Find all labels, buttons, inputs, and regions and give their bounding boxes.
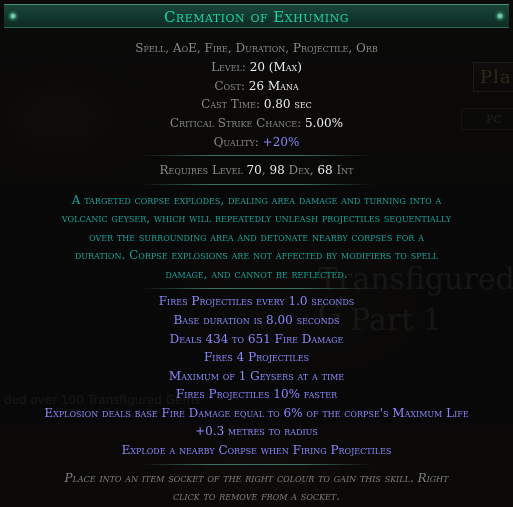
requires-dex-label: Dex, — [284, 163, 318, 177]
stat-value: 0.80 sec — [263, 97, 312, 111]
stat-label: Quality: — [213, 135, 263, 149]
footer-line: click to remove from a socket. — [173, 489, 340, 503]
divider — [140, 155, 373, 156]
footer-line: Place into an item socket of the right c… — [64, 471, 449, 485]
stat-quality: Quality: +20% — [0, 133, 513, 151]
gem-tags: Spell, AoE, Fire, Duration, Projectile, … — [135, 41, 378, 55]
description-line: volcanic geyser, which will repeatedly u… — [61, 211, 452, 225]
stat-label: Level: — [211, 60, 250, 74]
stat-label: Cast Time: — [201, 97, 264, 111]
description-line: over the surrounding area and detonate n… — [89, 230, 424, 244]
mod-line: Maximum of 1 Geysers at a time — [168, 369, 345, 383]
requires-label: Requires Level — [159, 163, 247, 177]
mod-line: Fires 4 Projectiles — [203, 350, 310, 364]
divider — [140, 288, 373, 289]
stat-cast-time: Cast Time: 0.80 sec — [0, 95, 513, 113]
requires-dex: 98 — [269, 163, 285, 177]
description-line: damage, and cannot be reflected. — [165, 267, 348, 281]
mod-line: Explosion deals base Fire Damage equal t… — [44, 406, 469, 420]
stat-value: 20 (Max) — [249, 60, 302, 74]
mod-line: Base duration is 8.00 seconds — [173, 313, 340, 327]
description-line: duration. Corpse explosions are not affe… — [74, 248, 439, 262]
mod-line: Fires Projectiles 10% faster — [175, 387, 338, 401]
divider — [140, 464, 373, 465]
divider — [140, 184, 373, 185]
mod-line: Fires Projectiles every 1.0 seconds — [158, 294, 355, 308]
stat-cost: Cost: 26 Mana — [0, 77, 513, 95]
stat-level: Level: 20 (Max) — [0, 58, 513, 76]
tooltip-header: Cremation of Exhuming — [4, 4, 509, 28]
requires-int: 68 — [317, 163, 333, 177]
gem-tooltip: Cremation of Exhuming Spell, AoE, Fire, … — [0, 0, 513, 507]
gem-title: Cremation of Exhuming — [163, 8, 350, 26]
stat-value: 26 Mana — [248, 79, 299, 93]
requires-int-label: Int — [332, 163, 354, 177]
mod-line: Explode a nearby Corpse when Firing Proj… — [121, 443, 392, 457]
mod-line: +0.3 metres to radius — [195, 424, 318, 438]
mod-line: Deals 434 to 651 Fire Damage — [169, 332, 344, 346]
stat-label: Cost: — [214, 79, 249, 93]
stat-crit-chance: Critical Strike Chance: 5.00% — [0, 114, 513, 132]
requires-level: 70 — [246, 163, 262, 177]
stat-value: +20% — [262, 135, 300, 149]
description-line: A targeted corpse explodes, dealing area… — [71, 193, 442, 207]
stat-label: Critical Strike Chance: — [169, 116, 305, 130]
requirements-line: Requires Level 70, 98 Dex, 68 Int — [0, 161, 513, 179]
stat-value: 5.00% — [304, 116, 344, 130]
